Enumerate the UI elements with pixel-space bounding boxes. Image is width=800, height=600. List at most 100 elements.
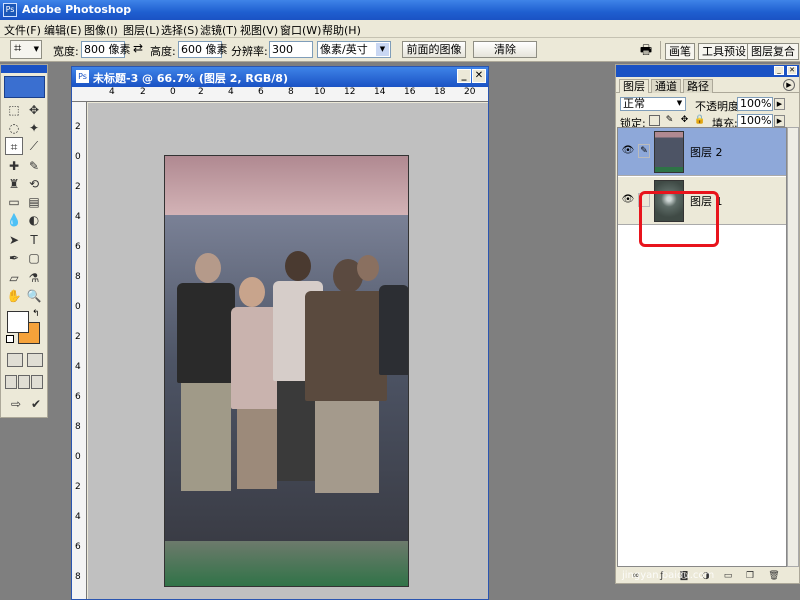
horizontal-ruler[interactable]: 4 2 0 2 4 6 8 10 12 14 16 18 20 bbox=[72, 87, 488, 102]
lock-position-icon[interactable]: ✥ bbox=[679, 115, 690, 126]
crop-tool-icon[interactable]: ⌗ bbox=[5, 137, 23, 155]
menu-select[interactable]: 选择(S) bbox=[161, 22, 199, 38]
default-colors-icon[interactable] bbox=[6, 335, 14, 343]
swap-colors-icon[interactable]: ↰ bbox=[32, 309, 40, 319]
path-selection-tool-icon[interactable]: ➤ bbox=[5, 231, 23, 249]
ruler-tick-label: 4 bbox=[75, 512, 81, 522]
gradient-tool-icon[interactable]: ▤ bbox=[25, 193, 43, 211]
layer-name[interactable]: 图层 2 bbox=[690, 144, 723, 160]
layer-mask-icon[interactable]: ◙ bbox=[678, 570, 690, 582]
palette-menu-icon[interactable]: ▶ bbox=[783, 79, 795, 91]
ruler-tick-label: 12 bbox=[344, 87, 356, 97]
layer-list-scrollbar[interactable] bbox=[787, 127, 799, 567]
link-layers-icon[interactable]: ∞ bbox=[630, 570, 642, 582]
pen-tool-icon[interactable]: ✒ bbox=[5, 249, 23, 267]
type-tool-icon[interactable]: T bbox=[25, 231, 43, 249]
menu-view[interactable]: 视图(V) bbox=[240, 22, 278, 38]
eye-visibility-icon[interactable]: 👁 bbox=[621, 194, 635, 206]
full-screen-mode-icon[interactable] bbox=[31, 375, 43, 389]
menu-window[interactable]: 窗口(W) bbox=[280, 22, 321, 38]
ruler-tick-label: 8 bbox=[288, 87, 294, 97]
notes-tool-icon[interactable]: ▱ bbox=[5, 269, 23, 287]
eraser-tool-icon[interactable]: ▭ bbox=[5, 193, 23, 211]
lock-pixels-icon[interactable]: ✎ bbox=[664, 115, 675, 126]
opacity-slider-arrow-icon[interactable]: ▶ bbox=[774, 98, 785, 110]
hand-tool-icon[interactable]: ✋ bbox=[5, 287, 23, 305]
standard-mode-icon[interactable] bbox=[7, 353, 23, 367]
adjustment-layer-icon[interactable]: ◑ bbox=[700, 570, 712, 582]
file-browser-icon[interactable]: 🖶 bbox=[637, 41, 655, 59]
blur-tool-icon[interactable]: 💧 bbox=[5, 211, 23, 229]
adobe-online-logo-icon[interactable] bbox=[4, 76, 45, 98]
palette-minimize-button[interactable]: _ bbox=[774, 66, 784, 75]
lock-all-icon[interactable]: 🔒 bbox=[694, 115, 705, 126]
tab-channels[interactable]: 通道 bbox=[651, 79, 681, 93]
shape-tool-icon[interactable]: ▢ bbox=[25, 249, 43, 267]
fill-input[interactable]: 100% bbox=[737, 114, 773, 128]
height-input[interactable]: 600 像素 bbox=[178, 41, 228, 58]
clone-stamp-tool-icon[interactable]: ♜ bbox=[5, 175, 23, 193]
swap-dimensions-icon[interactable]: ⇄ bbox=[133, 41, 143, 55]
new-group-icon[interactable]: ▭ bbox=[722, 570, 734, 582]
eyedropper-tool-icon[interactable]: ⚗ bbox=[25, 269, 43, 287]
tab-paths[interactable]: 路径 bbox=[683, 79, 713, 93]
resolution-unit-select[interactable]: 像素/英寸 ▼ bbox=[317, 41, 391, 58]
opacity-input[interactable]: 100% bbox=[737, 97, 773, 111]
front-image-button[interactable]: 前面的图像 bbox=[402, 41, 466, 58]
ruler-tick-label: 20 bbox=[464, 87, 476, 97]
brush-tool-icon[interactable]: ✎ bbox=[25, 157, 43, 175]
paintbrush-active-icon[interactable]: ✎ bbox=[638, 144, 650, 158]
clear-button[interactable]: 清除 bbox=[473, 41, 537, 58]
palette-close-button[interactable]: ✕ bbox=[787, 66, 797, 75]
layer-name[interactable]: 图层 1 bbox=[690, 193, 723, 209]
palette-well-tool-presets[interactable]: 工具预设 bbox=[698, 43, 750, 60]
menu-layer[interactable]: 图层(L) bbox=[123, 22, 160, 38]
layers-palette-header[interactable]: _ ✕ bbox=[616, 65, 799, 77]
ruler-tick-label: 8 bbox=[75, 272, 81, 282]
document-titlebar[interactable]: Ps 未标题-3 @ 66.7% (图层 2, RGB/8) _ ✕ bbox=[72, 67, 488, 87]
layer-style-icon[interactable]: ƒ bbox=[656, 570, 668, 582]
canvas-area[interactable] bbox=[88, 103, 488, 599]
palette-well-brushes[interactable]: 画笔 bbox=[665, 43, 695, 60]
layer-row-layer-2[interactable]: 👁 ✎ 图层 2 bbox=[618, 128, 786, 176]
new-layer-icon[interactable]: ❐ bbox=[744, 570, 756, 582]
close-button[interactable]: ✕ bbox=[472, 69, 486, 83]
trash-icon[interactable]: 🗑 bbox=[768, 570, 780, 582]
slice-tool-icon[interactable]: ⟋ bbox=[25, 137, 43, 155]
quick-mask-mode-icon[interactable] bbox=[27, 353, 43, 367]
history-brush-tool-icon[interactable]: ⟲ bbox=[25, 175, 43, 193]
minimize-button[interactable]: _ bbox=[457, 69, 471, 83]
layer-row-layer-1[interactable]: 👁 图层 1 bbox=[618, 177, 786, 225]
tools-palette-header[interactable] bbox=[1, 65, 47, 73]
menu-filter[interactable]: 滤镜(T) bbox=[200, 22, 237, 38]
vertical-ruler[interactable]: 2 0 2 4 6 8 0 2 4 6 8 0 2 4 6 8 bbox=[72, 102, 87, 599]
tab-layers[interactable]: 图层 bbox=[619, 79, 649, 93]
menu-image[interactable]: 图像(I) bbox=[84, 22, 118, 38]
width-input[interactable]: 800 像素 bbox=[81, 41, 131, 58]
foreground-color-swatch[interactable] bbox=[7, 311, 29, 333]
fill-slider-arrow-icon[interactable]: ▶ bbox=[774, 115, 785, 127]
chevron-down-icon[interactable]: ▼ bbox=[674, 98, 685, 110]
resolution-input[interactable]: 300 bbox=[269, 41, 313, 58]
menu-help[interactable]: 帮助(H) bbox=[322, 22, 361, 38]
edit-in-imageready-icon[interactable]: ✔ bbox=[27, 395, 45, 413]
full-screen-menu-mode-icon[interactable] bbox=[18, 375, 30, 389]
standard-screen-mode-icon[interactable] bbox=[5, 375, 17, 389]
lasso-tool-icon[interactable]: ◌ bbox=[5, 119, 23, 137]
layer-link-icon[interactable] bbox=[638, 193, 650, 207]
marquee-tool-icon[interactable]: ⬚ bbox=[5, 101, 23, 119]
document-window: Ps 未标题-3 @ 66.7% (图层 2, RGB/8) _ ✕ 4 2 0… bbox=[71, 66, 489, 600]
document-image[interactable] bbox=[164, 155, 409, 587]
move-tool-icon[interactable]: ✥ bbox=[25, 101, 43, 119]
menu-file[interactable]: 文件(F) bbox=[4, 22, 41, 38]
crop-tool-preset-picker[interactable]: ⌗ ▼ bbox=[10, 40, 42, 59]
dodge-tool-icon[interactable]: ◐ bbox=[25, 211, 43, 229]
lock-transparency-icon[interactable] bbox=[649, 115, 660, 126]
palette-well-layer-comps[interactable]: 图层复合 bbox=[747, 43, 799, 60]
magic-wand-tool-icon[interactable]: ✦ bbox=[25, 119, 43, 137]
jump-to-imageready-icon[interactable]: ⇨ bbox=[7, 395, 25, 413]
eye-visibility-icon[interactable]: 👁 bbox=[621, 145, 635, 157]
healing-brush-tool-icon[interactable]: ✚ bbox=[5, 157, 23, 175]
zoom-tool-icon[interactable]: 🔍 bbox=[25, 287, 43, 305]
menu-edit[interactable]: 编辑(E) bbox=[44, 22, 82, 38]
